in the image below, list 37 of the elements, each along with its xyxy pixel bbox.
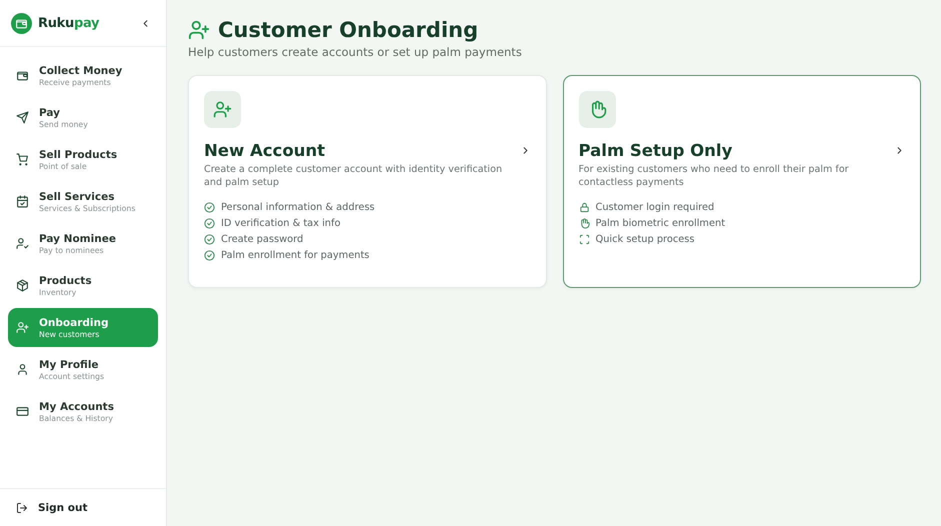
hand-icon xyxy=(578,218,590,229)
option-card[interactable]: New Account Create a complete customer account with identity verification and palm setup Personal information & address ID verification & tax info Create password Palm enrollment for payments xyxy=(188,75,546,288)
card-description: For existing customers who need to enroll their palm for contactless payments xyxy=(578,163,850,189)
page-subtitle: Help customers create accounts or set up palm payments xyxy=(188,45,523,59)
brand-name: Rukupay xyxy=(38,16,100,30)
add-user-icon xyxy=(213,100,232,119)
page-title: Customer Onboarding xyxy=(218,18,478,42)
check-circle-icon xyxy=(204,202,215,213)
option-card[interactable]: Palm Setup Only For existing customers who need to enroll their palm for contactless payments Customer login required Palm biometric enrollment Quick setup process xyxy=(562,75,921,288)
card-description: Create a complete customer account with identity verification and palm setup xyxy=(204,163,504,189)
add-user-icon xyxy=(16,321,29,334)
feature-text: Personal information & address xyxy=(221,202,375,213)
check-circle-icon xyxy=(204,250,215,261)
feature-text: Palm biometric enrollment xyxy=(596,218,726,229)
scan-icon xyxy=(578,234,590,245)
credit-card-icon xyxy=(16,405,29,418)
check-circle-icon xyxy=(204,234,215,245)
cart-icon xyxy=(16,153,29,166)
calendar-icon xyxy=(16,195,29,208)
wallet-icon xyxy=(16,69,29,82)
feature-text: Customer login required xyxy=(596,202,714,213)
card-title: Palm Setup Only xyxy=(578,141,732,160)
card-title: New Account xyxy=(204,141,326,160)
feature-text: Palm enrollment for payments xyxy=(221,250,370,261)
user-icon xyxy=(16,363,29,376)
add-user-icon xyxy=(188,19,210,41)
sign-out-link[interactable]: Sign out xyxy=(38,502,88,514)
feature-text: Quick setup process xyxy=(596,234,694,245)
lock-icon xyxy=(578,202,590,213)
package-icon xyxy=(16,279,29,292)
check-circle-icon xyxy=(204,218,215,229)
sign-out-icon xyxy=(16,502,28,514)
feature-text: ID verification & tax info xyxy=(221,218,340,229)
wallet-icon xyxy=(15,16,28,30)
user-check-icon xyxy=(16,237,29,250)
feature-text: Create password xyxy=(221,234,304,245)
send-icon xyxy=(16,111,29,124)
